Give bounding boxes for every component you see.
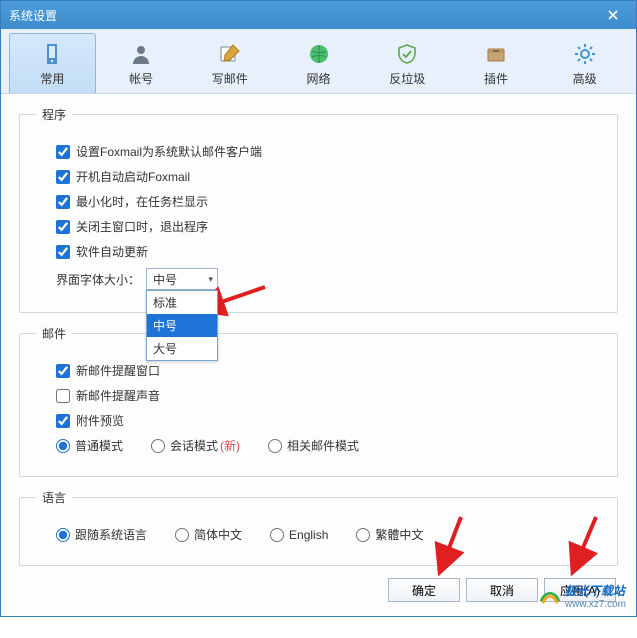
radio-lang-system[interactable] (56, 528, 70, 542)
checkbox-default-client[interactable] (56, 145, 70, 159)
ok-button[interactable]: 确定 (388, 578, 460, 602)
checkbox-auto-update[interactable] (56, 245, 70, 259)
settings-window: 系统设置 常用 帐号 写邮件 网络 反垃圾 插件 (0, 0, 637, 617)
content-area: 程序 设置Foxmail为系统默认邮件客户端 开机自动启动Foxmail 最小化… (1, 94, 636, 638)
font-option-large[interactable]: 大号 (147, 337, 217, 360)
close-button[interactable] (598, 5, 628, 25)
section-language: 语言 跟随系统语言 简体中文 English 繁體中文 (19, 489, 618, 566)
chevron-down-icon: ▾ (208, 274, 213, 285)
checkbox-minimize-tray[interactable] (56, 195, 70, 209)
label-minimize-tray[interactable]: 最小化时，在任务栏显示 (76, 193, 208, 210)
radio-mode-normal[interactable] (56, 439, 70, 453)
label-lang-zhtw[interactable]: 繁體中文 (375, 526, 423, 543)
mail-mode-group: 普通模式 会话模式(新) 相关邮件模式 (56, 437, 601, 454)
tab-network[interactable]: 网络 (275, 33, 362, 93)
tab-advanced[interactable]: 高级 (541, 33, 628, 93)
tab-label: 帐号 (129, 70, 153, 87)
tab-label: 反垃圾 (389, 70, 425, 87)
font-size-selected: 中号 (153, 271, 177, 288)
dialog-buttons: 确定 取消 应用(A) (388, 578, 616, 602)
compose-icon (218, 42, 242, 66)
window-title: 系统设置 (9, 7, 598, 24)
tab-spam[interactable]: 反垃圾 (364, 33, 451, 93)
radio-mode-related[interactable] (268, 439, 282, 453)
shield-icon (395, 42, 419, 66)
label-mode-related[interactable]: 相关邮件模式 (287, 437, 359, 454)
tab-label: 网络 (307, 70, 331, 87)
label-close-exit[interactable]: 关闭主窗口时，退出程序 (76, 218, 208, 235)
label-auto-start[interactable]: 开机自动启动Foxmail (76, 168, 190, 185)
label-lang-system[interactable]: 跟随系统语言 (75, 526, 147, 543)
phone-icon (40, 42, 64, 66)
legend-program: 程序 (36, 106, 72, 123)
tab-common[interactable]: 常用 (9, 33, 96, 93)
font-option-medium[interactable]: 中号 (147, 314, 217, 337)
lang-group: 跟随系统语言 简体中文 English 繁體中文 (56, 526, 601, 543)
legend-language: 语言 (36, 489, 72, 506)
globe-icon (307, 42, 331, 66)
label-default-client[interactable]: 设置Foxmail为系统默认邮件客户端 (76, 143, 262, 160)
label-mode-conv[interactable]: 会话模式 (170, 437, 218, 454)
tab-label: 写邮件 (212, 70, 248, 87)
gear-icon (573, 42, 597, 66)
new-badge: (新) (220, 437, 240, 454)
radio-mode-conv[interactable] (151, 439, 165, 453)
close-icon (608, 10, 618, 20)
tab-account[interactable]: 帐号 (98, 33, 185, 93)
radio-lang-zhcn[interactable] (175, 528, 189, 542)
section-mail: 邮件 新邮件提醒窗口 新邮件提醒声音 附件预览 普通模式 会话模式(新) 相关邮… (19, 325, 618, 477)
checkbox-notify-window[interactable] (56, 364, 70, 378)
radio-lang-en[interactable] (270, 528, 284, 542)
font-size-select: 中号 ▾ 标准 中号 大号 (146, 268, 218, 290)
radio-lang-zhtw[interactable] (356, 528, 370, 542)
label-attach-preview[interactable]: 附件预览 (76, 412, 124, 429)
checkbox-attach-preview[interactable] (56, 414, 70, 428)
section-program: 程序 设置Foxmail为系统默认邮件客户端 开机自动启动Foxmail 最小化… (19, 106, 618, 313)
font-option-standard[interactable]: 标准 (147, 291, 217, 314)
tab-bar: 常用 帐号 写邮件 网络 反垃圾 插件 高级 (1, 29, 636, 94)
checkbox-close-exit[interactable] (56, 220, 70, 234)
drawer-icon (484, 42, 508, 66)
apply-button[interactable]: 应用(A) (544, 578, 616, 602)
font-size-select-button[interactable]: 中号 ▾ (146, 268, 218, 290)
label-lang-en[interactable]: English (289, 528, 328, 542)
checkbox-notify-sound[interactable] (56, 389, 70, 403)
label-notify-window[interactable]: 新邮件提醒窗口 (76, 362, 160, 379)
tab-label: 高级 (573, 70, 597, 87)
titlebar: 系统设置 (1, 1, 636, 29)
label-mode-normal[interactable]: 普通模式 (75, 437, 123, 454)
checkbox-auto-start[interactable] (56, 170, 70, 184)
label-auto-update[interactable]: 软件自动更新 (76, 243, 148, 260)
label-notify-sound[interactable]: 新邮件提醒声音 (76, 387, 160, 404)
label-font-size: 界面字体大小： (56, 271, 140, 288)
font-size-dropdown: 标准 中号 大号 (146, 290, 218, 361)
legend-mail: 邮件 (36, 325, 72, 342)
label-lang-zhcn[interactable]: 简体中文 (194, 526, 242, 543)
tab-plugins[interactable]: 插件 (453, 33, 540, 93)
user-icon (129, 42, 153, 66)
tab-compose[interactable]: 写邮件 (186, 33, 273, 93)
tab-label: 插件 (484, 70, 508, 87)
cancel-button[interactable]: 取消 (466, 578, 538, 602)
tab-label: 常用 (40, 70, 64, 87)
